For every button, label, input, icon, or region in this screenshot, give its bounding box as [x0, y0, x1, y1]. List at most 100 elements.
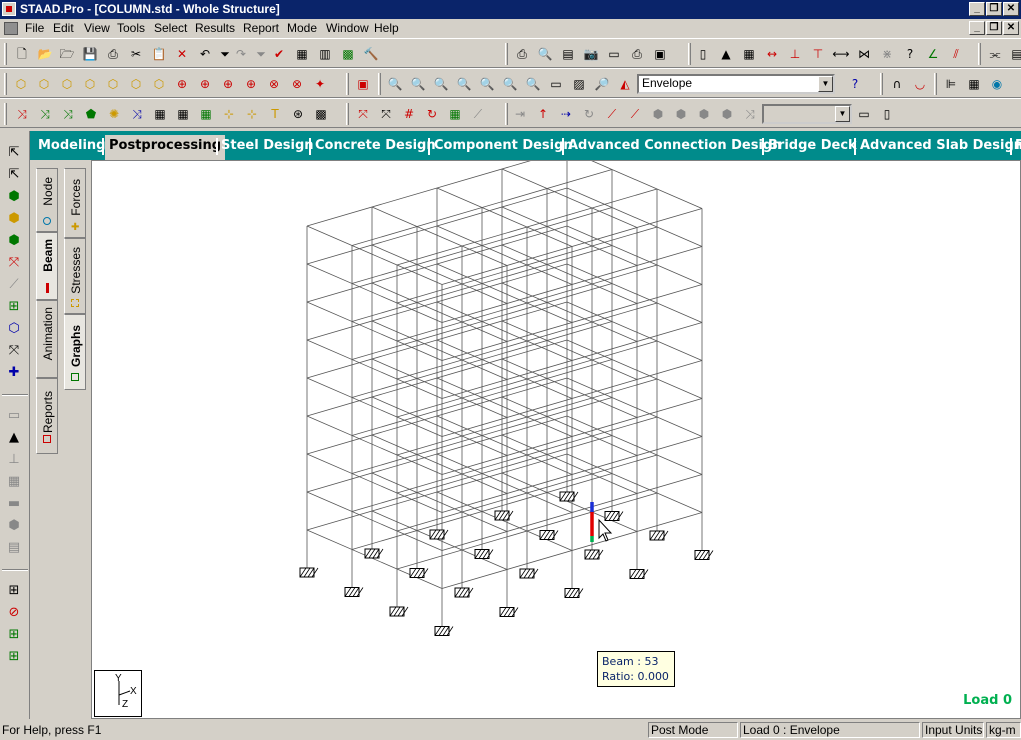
matrix-icon[interactable]: ▩: [312, 105, 330, 123]
tab-more[interactable]: P: [1015, 138, 1021, 153]
menu-mode[interactable]: Mode: [287, 21, 317, 35]
toolbar-grip[interactable]: [4, 43, 7, 65]
fixed-support-icon[interactable]: [474, 549, 494, 559]
toolbar-grip[interactable]: [4, 103, 7, 125]
camera-icon[interactable]: 📷: [582, 45, 600, 63]
toolbar-grip[interactable]: [880, 73, 883, 95]
graph-tool-icon[interactable]: ⊫: [942, 75, 960, 93]
menu-window[interactable]: Window: [326, 21, 369, 35]
frame-member[interactable]: [306, 225, 443, 285]
grid-c-icon[interactable]: ▦: [197, 105, 215, 123]
grid-select-icon[interactable]: ⊞: [5, 298, 23, 316]
node-cursor-icon[interactable]: ⤨: [13, 105, 31, 123]
document-icon[interactable]: [4, 22, 18, 35]
toolbar-grip[interactable]: [688, 43, 691, 65]
frame-member[interactable]: [566, 187, 703, 247]
tab-component-design[interactable]: Component Design: [434, 138, 573, 153]
toolbar-grip[interactable]: [346, 73, 349, 95]
structure-frame-model[interactable]: [92, 161, 1021, 719]
vtab-graphs[interactable]: Graphs: [64, 314, 86, 390]
open-model-icon[interactable]: 🗁: [58, 45, 76, 63]
graph-settings-icon[interactable]: ⊞: [5, 648, 23, 666]
frame-member[interactable]: [501, 320, 638, 380]
line-select-icon[interactable]: ⟋: [5, 276, 23, 294]
mz-icon[interactable]: ⟋: [626, 105, 644, 123]
frame-member[interactable]: [436, 225, 573, 285]
tab-advanced-slab-design[interactable]: Advanced Slab Design: [860, 138, 1021, 153]
join-icon[interactable]: ⊹: [220, 105, 238, 123]
solid-select-icon[interactable]: ⬢: [5, 210, 23, 228]
grid-view-icon[interactable]: ▦: [446, 105, 464, 123]
tab-postprocessing[interactable]: Postprocessing: [105, 135, 226, 160]
fixed-support-icon[interactable]: [564, 588, 584, 598]
fixed-support-icon[interactable]: [364, 548, 384, 559]
geometry-cursor-icon[interactable]: ⤨: [128, 105, 146, 123]
fixed-support-icon[interactable]: [649, 530, 669, 541]
print-graph-icon[interactable]: ⎙: [628, 45, 646, 63]
fixed-support-icon[interactable]: [434, 626, 454, 636]
vtab-reports[interactable]: Reports: [36, 378, 58, 454]
fixed-support-icon[interactable]: [604, 511, 624, 521]
frame-member[interactable]: [306, 453, 443, 513]
calculator-icon[interactable]: ▦: [293, 45, 311, 63]
frame-member[interactable]: [566, 377, 703, 437]
grey-tool-f-icon[interactable]: ▤: [5, 539, 23, 557]
zoom-extents-icon[interactable]: 🔍: [524, 75, 542, 93]
frame-member[interactable]: [371, 434, 508, 494]
frame-member[interactable]: [501, 358, 638, 418]
blue-tool-icon[interactable]: ▲: [5, 429, 23, 447]
fixed-support-icon[interactable]: [539, 530, 559, 540]
frame-member[interactable]: [371, 358, 508, 418]
cut-section-icon[interactable]: ⤧: [377, 105, 395, 123]
text-tool-icon[interactable]: T: [266, 105, 284, 123]
calc-icon[interactable]: ▦: [965, 75, 983, 93]
info-icon[interactable]: ▯: [878, 105, 896, 123]
rotate-up-icon[interactable]: ⊕: [173, 75, 191, 93]
vtab-node[interactable]: Node: [36, 168, 58, 232]
menu-help[interactable]: Help: [374, 21, 399, 35]
redo-icon[interactable]: ↷: [232, 45, 250, 63]
structure-wizard-icon[interactable]: ▩: [339, 45, 357, 63]
minimize-button[interactable]: _: [969, 2, 985, 16]
frame-member[interactable]: [501, 206, 638, 266]
frame-member[interactable]: [306, 415, 443, 475]
fixed-support-icon[interactable]: [494, 510, 514, 521]
menu-view[interactable]: View: [84, 21, 110, 35]
toolbar-grip[interactable]: [505, 43, 508, 65]
mx-icon[interactable]: ↻: [580, 105, 598, 123]
doc-restore-button[interactable]: ❐: [986, 21, 1002, 35]
check-icon[interactable]: ✔: [270, 45, 288, 63]
zoom-dynamic-icon[interactable]: 🔍: [409, 75, 427, 93]
frame-member[interactable]: [371, 510, 508, 570]
help-icon[interactable]: ?: [846, 75, 864, 93]
frame-member[interactable]: [436, 453, 573, 513]
menu-file[interactable]: File: [25, 21, 44, 35]
frame-member[interactable]: [436, 187, 573, 247]
grey-tool-b-icon[interactable]: ⊥: [5, 451, 23, 469]
frame-member[interactable]: [501, 472, 638, 532]
disabled-select[interactable]: ▼: [762, 104, 852, 124]
spin-right-icon[interactable]: ⊗: [288, 75, 306, 93]
frame-member[interactable]: [306, 491, 443, 551]
frame-member[interactable]: [371, 244, 508, 304]
structure-diagram-icon[interactable]: ◭: [616, 75, 634, 93]
tab-bridge-deck[interactable]: Bridge Deck: [768, 138, 857, 153]
select-nodes-icon[interactable]: ▯: [694, 45, 712, 63]
report-icon[interactable]: ▤: [559, 45, 577, 63]
frame-member[interactable]: [306, 529, 443, 589]
menu-edit[interactable]: Edit: [53, 21, 74, 35]
front-view-icon[interactable]: ⬡: [35, 75, 53, 93]
fixed-support-icon[interactable]: [429, 529, 449, 540]
frame-member[interactable]: [306, 377, 443, 437]
frame-member[interactable]: [436, 301, 573, 361]
grid-a-icon[interactable]: ▦: [151, 105, 169, 123]
frame-member[interactable]: [371, 472, 508, 532]
tab-concrete-design[interactable]: Concrete Design: [315, 138, 436, 153]
frame-member[interactable]: [371, 320, 508, 380]
symbols-labels-icon[interactable]: ▨: [570, 75, 588, 93]
stress-a-icon[interactable]: ⬢: [649, 105, 667, 123]
right-view-icon[interactable]: ⬡: [104, 75, 122, 93]
spin-left-icon[interactable]: ⊗: [265, 75, 283, 93]
plate-cursor-icon[interactable]: ⤨: [59, 105, 77, 123]
new-file-icon[interactable]: 🗋: [13, 45, 31, 63]
